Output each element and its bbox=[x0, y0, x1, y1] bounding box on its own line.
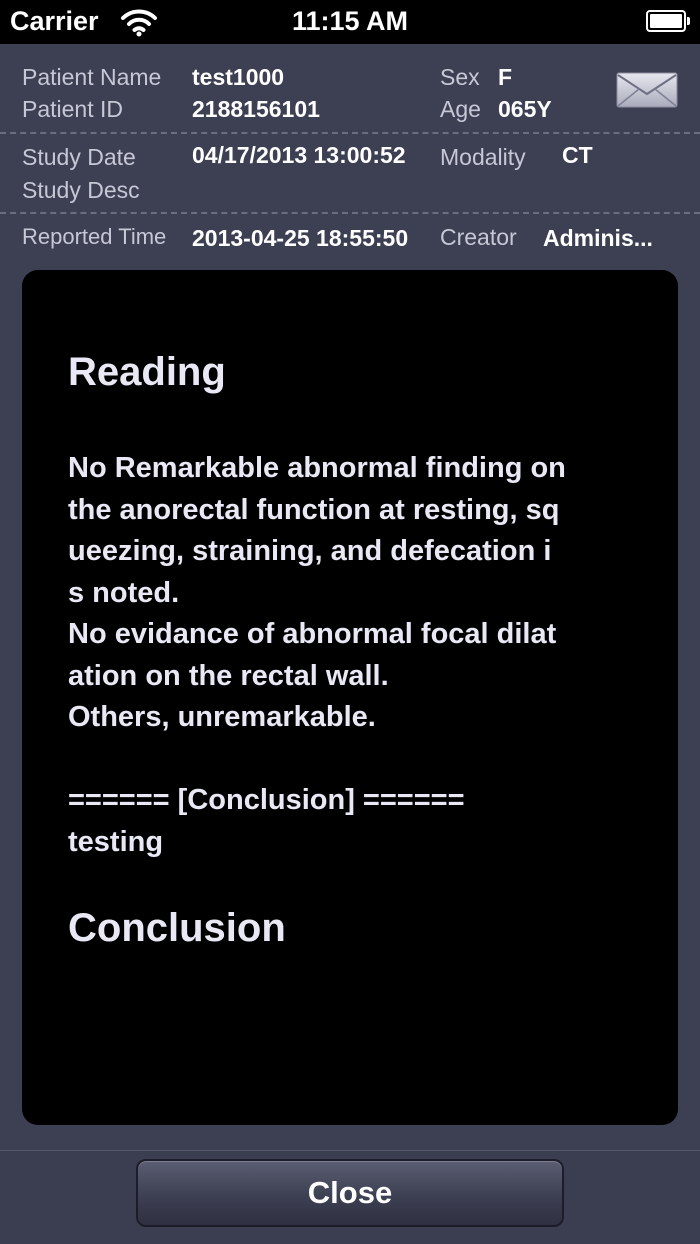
report-screen: Carrier 11:15 AM Patient Name test1000 S… bbox=[0, 0, 700, 1244]
report-text-area[interactable]: Reading No Remarkable abnormal finding o… bbox=[22, 270, 678, 1125]
patient-name-value: test1000 bbox=[192, 64, 285, 90]
envelope-icon[interactable] bbox=[616, 72, 678, 108]
patient-name-label: Patient Name bbox=[22, 64, 162, 90]
close-button[interactable]: Close bbox=[136, 1159, 564, 1227]
patient-id-label: Patient ID bbox=[22, 96, 123, 122]
age-value: 065Y bbox=[498, 96, 552, 122]
study-date-value: 04/17/2013 13:00:52 bbox=[192, 142, 406, 168]
reading-heading: Reading bbox=[68, 350, 226, 394]
reported-time-value: 2013-04-25 18:55:50 bbox=[192, 225, 409, 251]
age-label: Age bbox=[440, 96, 481, 122]
study-date-label: Study Date bbox=[22, 144, 136, 170]
reported-time-label: Reported Time bbox=[22, 224, 167, 249]
creator-value: Adminis... bbox=[543, 225, 653, 251]
modality-label: Modality bbox=[440, 144, 526, 170]
conclusion-heading: Conclusion bbox=[68, 906, 286, 950]
sex-value: F bbox=[498, 64, 513, 90]
header-divider bbox=[0, 132, 700, 134]
modality-value: CT bbox=[562, 142, 593, 168]
study-desc-label: Study Desc bbox=[22, 177, 140, 203]
report-panel: Patient Name test1000 Sex F Patient ID 2… bbox=[0, 44, 700, 1150]
status-bar: Carrier 11:15 AM bbox=[0, 0, 700, 44]
bottom-toolbar: Close bbox=[0, 1150, 700, 1244]
clock: 11:15 AM bbox=[291, 6, 409, 36]
creator-label: Creator bbox=[440, 224, 517, 250]
reading-text: No Remarkable abnormal finding on the an… bbox=[68, 452, 566, 858]
patient-id-value: 2188156101 bbox=[192, 96, 320, 122]
study-divider bbox=[0, 212, 700, 214]
sex-label: Sex bbox=[440, 64, 480, 90]
battery-icon bbox=[646, 10, 690, 32]
